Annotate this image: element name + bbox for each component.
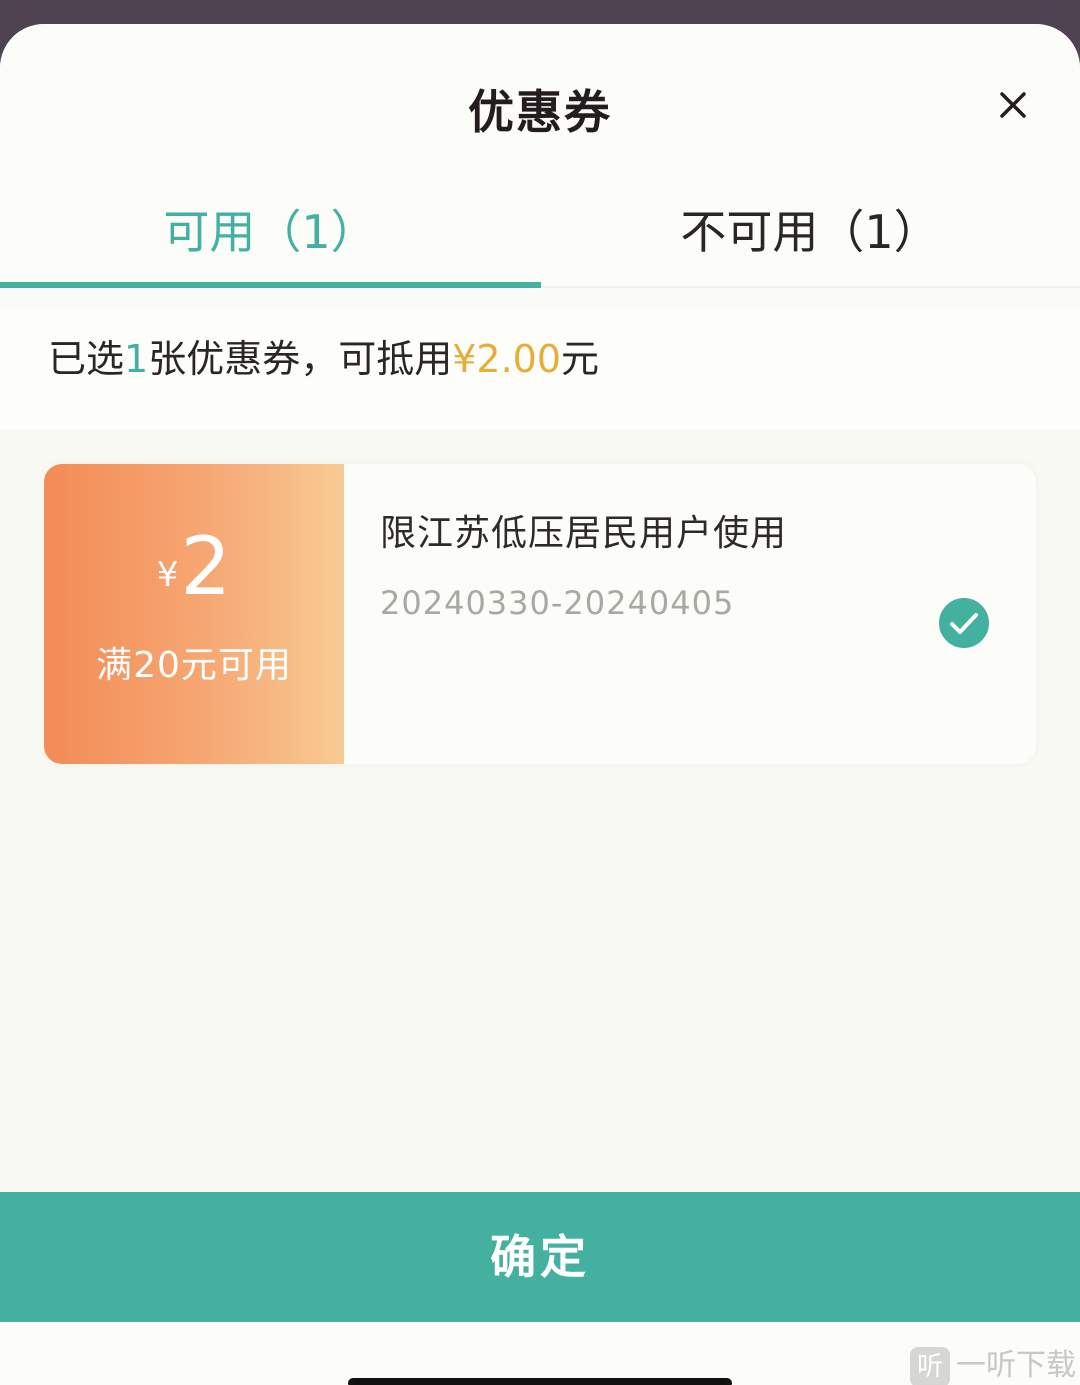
tab-bar: 可用（1） 不可用（1）	[0, 174, 1080, 288]
coupon-amount: ¥2	[44, 522, 344, 634]
checkmark-icon[interactable]	[939, 598, 989, 648]
currency-symbol: ¥	[156, 555, 179, 595]
summary-suffix: 元	[561, 337, 600, 381]
summary-middle: 张优惠券，可抵用	[148, 337, 453, 381]
sheet-title: 优惠券	[468, 85, 612, 139]
summary-prefix: 已选	[48, 337, 125, 381]
coupon-amount-value: 2	[180, 520, 232, 613]
confirm-button[interactable]: 确定	[0, 1192, 1080, 1322]
coupon-threshold: 满20元可用	[96, 645, 292, 686]
tab-available[interactable]: 可用（1）	[0, 192, 540, 272]
selected-count: 1	[124, 337, 149, 381]
summary-text: 已选1张优惠券，可抵用¥2.00元	[48, 334, 599, 384]
sheet-header: 优惠券	[0, 24, 1080, 174]
active-tab-indicator	[0, 282, 541, 288]
coupon-description: 限江苏低压居民用户使用	[380, 513, 788, 554]
home-indicator	[348, 1378, 732, 1385]
bottom-safe-area: 听一听下载	[0, 1322, 1080, 1385]
deduction-amount: ¥2.00	[452, 337, 562, 381]
coupon-list: ¥2 满20元可用 限江苏低压居民用户使用 20240330-20240405	[0, 430, 1080, 1192]
coupon-sheet: 优惠券 可用（1） 不可用（1） 已选1张优惠券，可抵用¥2.00元 ¥2 满2…	[0, 24, 1080, 1385]
tab-unavailable[interactable]: 不可用（1）	[540, 192, 1080, 272]
watermark: 听一听下载	[910, 1340, 1076, 1385]
coupon-card[interactable]: ¥2 满20元可用 限江苏低压居民用户使用 20240330-20240405	[44, 464, 1036, 764]
watermark-logo-icon: 听	[910, 1346, 950, 1385]
selection-summary: 已选1张优惠券，可抵用¥2.00元	[0, 306, 1080, 430]
watermark-text: 一听下载	[956, 1348, 1076, 1383]
coupon-value-panel: ¥2 满20元可用	[44, 464, 344, 764]
close-icon[interactable]	[998, 90, 1028, 120]
coupon-valid-period: 20240330-20240405	[380, 584, 735, 622]
